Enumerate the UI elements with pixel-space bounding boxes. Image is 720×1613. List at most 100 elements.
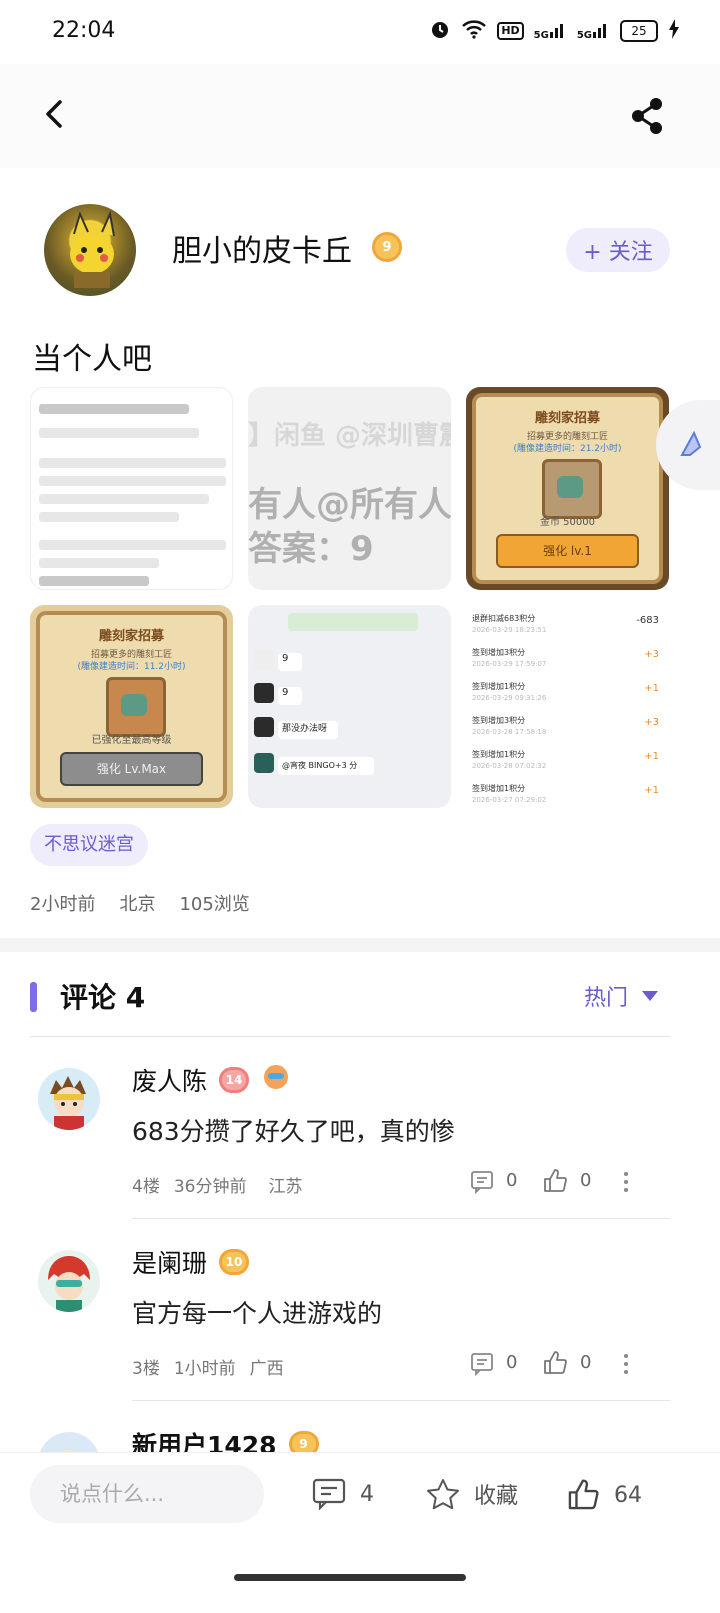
- author-level-badge: 9: [372, 232, 402, 262]
- points-row: 退群扣减683积分 2026-03-29 18:23:51 -683: [472, 613, 663, 641]
- favorite-button[interactable]: 收藏: [426, 1478, 518, 1510]
- thumbs-up-icon: [568, 1479, 599, 1510]
- signal-1-icon: 5G: [534, 22, 567, 41]
- panel-2-button-label: 强化 Lv.Max: [96, 762, 167, 776]
- floating-logo-icon: [680, 430, 702, 456]
- commenter-name-row: 是阑珊 10: [132, 1244, 250, 1280]
- reply-icon[interactable]: [470, 1170, 494, 1194]
- points-row: 签到增加1积分 2026-03-27 07:29:02 +1: [472, 783, 663, 808]
- post-image-5[interactable]: 9 9 那没办法呀 @宵夜 BINGO+3 分: [248, 605, 451, 808]
- status-icons: HD 5G 5G 25: [429, 18, 680, 44]
- image-2-line-2: 有人@所有人答题: [248, 485, 451, 525]
- share-button[interactable]: [626, 94, 670, 138]
- post-image-1[interactable]: [30, 387, 233, 590]
- comment-actions: 0 0: [470, 1168, 720, 1196]
- game-panel: 雕刻家招募 招募更多的雕刻工匠 (雕像建造时间：21.2小时) 金币 50000…: [472, 393, 663, 584]
- panel-coins: 金币 50000: [540, 517, 595, 528]
- reply-icon[interactable]: [470, 1352, 494, 1376]
- comment-input[interactable]: 说点什么...: [30, 1465, 264, 1523]
- more-vertical-icon[interactable]: [622, 1170, 630, 1194]
- like-count: 0: [580, 1170, 592, 1191]
- comments-sort-dropdown[interactable]: 热门: [584, 980, 659, 1012]
- post-views: 105浏览: [179, 894, 250, 915]
- statue-icon: [542, 459, 602, 519]
- commenter-level-badge: 14: [219, 1067, 250, 1093]
- comments-button[interactable]: 4: [312, 1478, 374, 1510]
- back-button[interactable]: [36, 94, 76, 134]
- commenter-avatar[interactable]: [38, 1250, 100, 1312]
- post-meta: 2小时前 北京 105浏览: [30, 890, 250, 916]
- triangle-down-icon: [642, 991, 659, 1001]
- status-bar: 22:04 HD 5G 5G 25: [0, 0, 720, 64]
- battery-icon: 25: [620, 20, 658, 42]
- image-2-line-1: 】闲鱼 @深圳曹震: [248, 421, 451, 451]
- commenter-avatar[interactable]: [38, 1068, 100, 1130]
- comment-divider: [132, 1218, 670, 1219]
- post-image-4[interactable]: 雕刻家招募 招募更多的雕刻工匠 (雕像建造时间：11.2小时) 已强化至最高等级…: [30, 605, 233, 808]
- thumbs-up-icon[interactable]: [542, 1350, 568, 1376]
- commenter-name[interactable]: 是阑珊: [132, 1244, 207, 1280]
- chat-msg-1: 9: [278, 653, 302, 671]
- star-icon: [427, 1479, 459, 1510]
- comments-title: 评论 4: [60, 981, 146, 1014]
- topic-tag[interactable]: 不思议迷宫: [30, 824, 148, 866]
- more-vertical-icon[interactable]: [622, 1352, 630, 1376]
- points-row-label: 签到增加1积分: [472, 784, 526, 793]
- author-avatar[interactable]: [44, 204, 136, 296]
- points-row-date: 2026-03-28 17:58:18: [472, 728, 547, 736]
- fan-badge-icon: [261, 1063, 291, 1097]
- signal-2-label: 5G: [576, 29, 592, 41]
- comment-time: 36分钟前: [173, 1177, 247, 1197]
- reply-count: 0: [506, 1352, 518, 1373]
- like-total: 64: [614, 1482, 642, 1508]
- comment-region: 江苏: [268, 1177, 303, 1197]
- comment-text: 683分攒了好久了吧，真的惨: [132, 1117, 455, 1146]
- like-count: 0: [580, 1352, 592, 1373]
- comment-icon: [312, 1478, 346, 1510]
- panel-title: 雕刻家招募: [534, 411, 600, 426]
- game-panel-2: 雕刻家招募 招募更多的雕刻工匠 (雕像建造时间：11.2小时) 已强化至最高等级…: [36, 611, 227, 802]
- points-row-value: +3: [644, 717, 659, 728]
- post-title: 当个人吧: [32, 342, 152, 377]
- statue-icon-2: [106, 677, 166, 737]
- comment-floor: 3楼: [132, 1359, 160, 1379]
- comment-divider: [132, 1400, 670, 1401]
- points-row: 签到增加1积分 2026-03-28 07:02:32 +1: [472, 749, 663, 777]
- points-row-value: +1: [644, 683, 659, 694]
- points-row: 签到增加3积分 2026-03-28 17:58:18 +3: [472, 715, 663, 743]
- points-row-value: +3: [644, 649, 659, 660]
- chevron-left-icon: [46, 100, 62, 128]
- comments-accent-bar: [30, 982, 37, 1012]
- charging-icon: [668, 19, 680, 43]
- points-row-value: -683: [636, 615, 659, 626]
- status-time: 22:04: [52, 18, 116, 43]
- points-row-value: +1: [644, 785, 659, 796]
- commenter-name[interactable]: 废人陈: [132, 1062, 207, 1098]
- follow-button[interactable]: + 关注: [566, 228, 670, 272]
- author-name[interactable]: 胆小的皮卡丘: [172, 226, 352, 270]
- panel-button-label: 强化 lv.1: [543, 544, 592, 558]
- post-image-6[interactable]: 退群扣减683积分 2026-03-29 18:23:51 -683 签到增加3积分…: [466, 605, 669, 808]
- points-row-date: 2026-03-27 07:29:02: [472, 796, 547, 804]
- post-image-2[interactable]: 】闲鱼 @深圳曹震 有人@所有人答题 答案：9: [248, 387, 451, 590]
- points-row-label: 签到增加1积分: [472, 682, 526, 691]
- home-indicator[interactable]: [234, 1574, 466, 1581]
- header-divider: [30, 1036, 670, 1037]
- chat-msg-2: 9: [278, 687, 302, 705]
- points-row: 签到增加1积分 2026-03-29 09:31:26 +1: [472, 681, 663, 709]
- thumbs-up-icon[interactable]: [542, 1168, 568, 1194]
- wifi-icon: [461, 19, 487, 43]
- reply-count: 0: [506, 1170, 518, 1191]
- points-row-date: 2026-03-28 07:02:32: [472, 762, 547, 770]
- panel-2-subtitle-2: (雕像建造时间：11.2小时): [77, 662, 186, 672]
- post-time: 2小时前: [30, 894, 96, 915]
- panel-2-title: 雕刻家招募: [98, 629, 164, 644]
- panel-2-note: 已强化至最高等级: [91, 735, 172, 746]
- post-image-3[interactable]: 雕刻家招募 招募更多的雕刻工匠 (雕像建造时间：21.2小时) 金币 50000…: [466, 387, 669, 590]
- points-row-label: 退群扣减683积分: [472, 614, 536, 623]
- comment-meta: 4楼 36分钟前 江苏: [132, 1172, 302, 1197]
- panel-subtitle-2: (雕像建造时间：21.2小时): [513, 444, 622, 454]
- hd-badge: HD: [497, 22, 524, 40]
- like-button[interactable]: 64: [566, 1478, 642, 1512]
- points-row-label: 签到增加3积分: [472, 716, 526, 725]
